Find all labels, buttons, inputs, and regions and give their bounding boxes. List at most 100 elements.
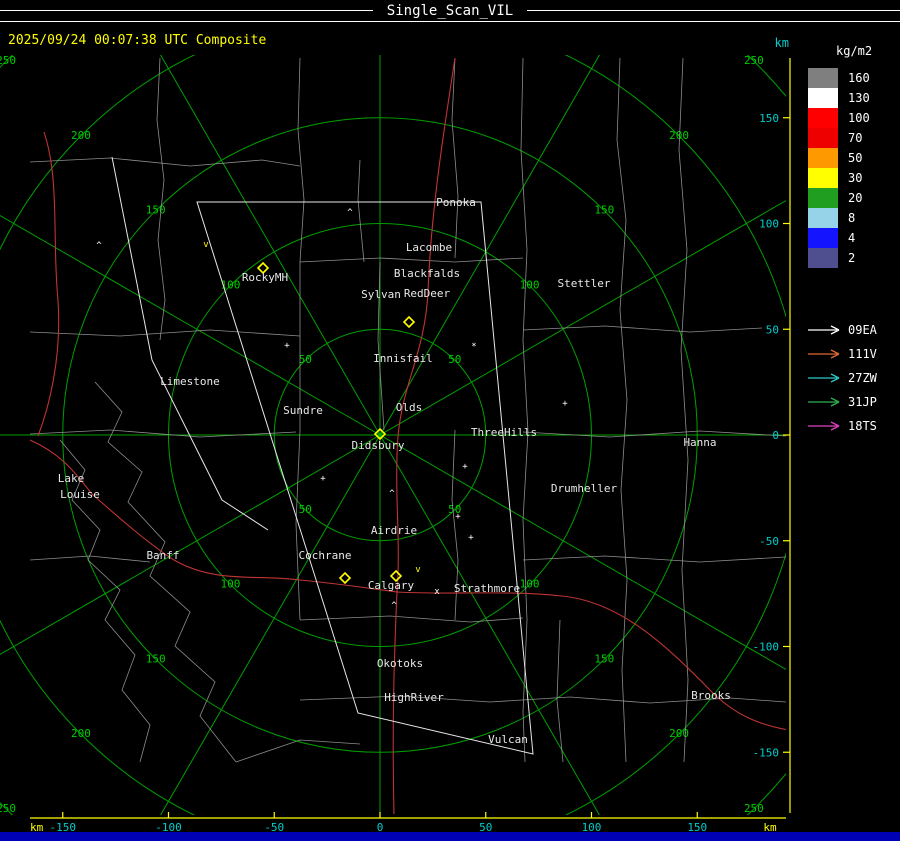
point-marker: +: [320, 474, 326, 484]
y-axis-tick-label: -50: [759, 535, 779, 548]
range-ring-label: 50: [299, 503, 312, 516]
y-axis-tick-label: -100: [753, 641, 780, 654]
city-label: Lacombe: [406, 241, 452, 254]
point-marker: ^: [96, 241, 102, 251]
point-marker: +: [455, 512, 461, 522]
range-ring-label: 200: [71, 129, 91, 142]
county-boundary-line: [616, 57, 628, 763]
city-label: ThreeHills: [471, 426, 537, 439]
city-label: Louise: [60, 488, 100, 501]
range-ring-label: 200: [71, 727, 91, 740]
azimuth-spoke: [379, 434, 600, 815]
point-marker: +: [468, 533, 474, 543]
range-ring-label: 150: [594, 204, 614, 217]
status-footer: [0, 832, 900, 841]
radar-id-label: 31JP: [848, 395, 877, 409]
scan-footprint-outline: [111, 156, 269, 531]
county-boundary-line: [522, 430, 786, 438]
point-marker: x: [434, 587, 440, 597]
county-boundary-line: [678, 57, 689, 763]
point-marker: +: [462, 462, 468, 472]
county-boundary-line: [297, 57, 305, 263]
radar-map-canvas[interactable]: 5050505010010010010015015015015020020020…: [0, 0, 900, 841]
scan-footprint-outline: [196, 201, 534, 755]
legend-entry: 4: [800, 228, 900, 248]
city-label: Drumheller: [551, 482, 618, 495]
radar-site-legend: 09EA 111V 27ZW 31JP 18TS: [800, 318, 900, 438]
city-label: Sylvan: [361, 288, 401, 301]
county-boundary-line: [520, 57, 529, 763]
county-boundary-line: [556, 619, 564, 763]
azimuth-spoke: [379, 55, 600, 436]
city-label: HighRiver: [384, 691, 444, 704]
legend-swatch: [808, 148, 838, 168]
radar-id-row: 09EA: [800, 318, 900, 342]
county-boundary-line: [29, 555, 151, 563]
y-axis-tick-label: 150: [759, 112, 779, 125]
city-label: Banff: [146, 549, 179, 562]
range-ring-label: 100: [520, 578, 540, 591]
point-marker: *: [471, 342, 476, 352]
legend-swatch: [808, 88, 838, 108]
legend-value: 30: [848, 171, 863, 185]
radar-arrow-icon: [808, 325, 840, 335]
radar-site-marker: [338, 571, 352, 585]
legend-entry: 2: [800, 248, 900, 268]
radar-id-label: 27ZW: [848, 371, 877, 385]
radar-id-label: 09EA: [848, 323, 877, 337]
county-boundary-line: [295, 262, 301, 621]
range-ring-label: 250: [0, 54, 16, 67]
radar-id-row: 111V: [800, 342, 900, 366]
county-boundary-line: [29, 429, 297, 438]
legend-value: 50: [848, 151, 863, 165]
range-ring-label: 250: [744, 54, 764, 67]
city-label: Strathmore: [454, 582, 520, 595]
city-label: Hanna: [683, 436, 716, 449]
range-ring-label: 50: [448, 353, 461, 366]
point-marker: ^: [347, 208, 353, 218]
point-marker: ^: [391, 601, 397, 611]
city-label: Didsbury: [352, 439, 405, 452]
radar-arrow-icon: [808, 397, 840, 407]
city-label: Stettler: [558, 277, 611, 290]
range-ring-label: 100: [520, 278, 540, 291]
radar-viewer-window: Single_Scan_VIL 2025/09/24 00:07:38 UTC …: [0, 0, 900, 841]
county-boundary-line: [522, 555, 786, 563]
legend-swatch: [808, 248, 838, 268]
city-label: Vulcan: [488, 733, 528, 746]
y-axis-tick-label: 0: [772, 429, 779, 442]
range-ring-label: 250: [744, 802, 764, 815]
range-ring: [0, 55, 786, 815]
legend-swatch: [808, 128, 838, 148]
city-label: Innisfail: [373, 352, 433, 365]
city-label: Okotoks: [377, 657, 423, 670]
radar-id-row: 27ZW: [800, 366, 900, 390]
city-label: Cochrane: [299, 549, 352, 562]
legend-swatch: [808, 188, 838, 208]
legend-entry: 30: [800, 168, 900, 188]
y-axis-tick-label: 50: [766, 323, 779, 336]
legend-swatch: [808, 208, 838, 228]
city-label: Blackfalds: [394, 267, 460, 280]
legend-entry: 70: [800, 128, 900, 148]
azimuth-spoke: [160, 434, 381, 815]
city-label: Limestone: [160, 375, 220, 388]
radar-id-row: 31JP: [800, 390, 900, 414]
city-label: Brooks: [691, 689, 731, 702]
county-boundary-line: [235, 739, 361, 763]
y-axis-unit-label: km: [775, 36, 789, 50]
y-axis-tick-label: -150: [753, 746, 780, 759]
county-boundary-line: [29, 157, 301, 167]
county-boundary-line: [357, 159, 365, 263]
legend-entries: 160 130 100 70 50 30 20 8 4 2: [800, 68, 900, 268]
point-marker: +: [562, 399, 568, 409]
county-boundary-line: [156, 57, 166, 341]
legend-swatch: [808, 68, 838, 88]
highway-line: [37, 131, 60, 437]
radar-arrow-icon: [808, 421, 840, 431]
county-boundary-line: [94, 381, 237, 763]
legend-value: 20: [848, 191, 863, 205]
highway-line: [29, 439, 398, 593]
range-ring-label: 100: [221, 578, 241, 591]
point-marker: +: [284, 341, 290, 351]
